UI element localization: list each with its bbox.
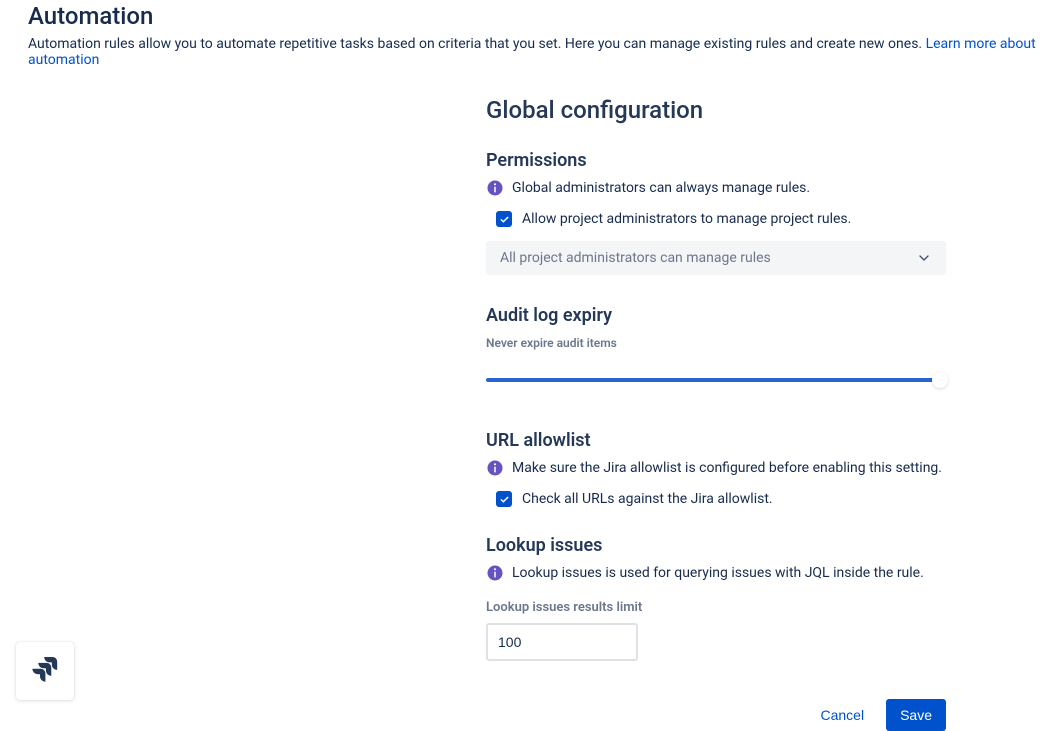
permissions-select-value: All project administrators can manage ru… — [500, 250, 771, 266]
lookup-title: Lookup issues — [486, 535, 946, 556]
page-description-text: Automation rules allow you to automate r… — [28, 36, 926, 52]
checkbox-icon[interactable] — [496, 211, 512, 227]
permissions-checkbox-label: Allow project administrators to manage p… — [522, 211, 851, 227]
permissions-info-row: Global administrators can always manage … — [486, 179, 946, 197]
lookup-limit-input[interactable] — [486, 623, 638, 661]
info-icon — [486, 564, 504, 582]
page-description: Automation rules allow you to automate r… — [28, 36, 1062, 68]
page-title: Automation — [28, 0, 1062, 30]
url-allowlist-checkbox-row[interactable]: Check all URLs against the Jira allowlis… — [496, 491, 946, 507]
checkbox-icon[interactable] — [496, 491, 512, 507]
lookup-field-label: Lookup issues results limit — [486, 600, 946, 615]
permissions-checkbox-row[interactable]: Allow project administrators to manage p… — [496, 211, 946, 227]
slider-thumb[interactable] — [932, 372, 948, 388]
audit-slider[interactable] — [486, 370, 946, 390]
audit-title: Audit log expiry — [486, 305, 946, 326]
slider-fill — [486, 378, 937, 382]
permissions-title: Permissions — [486, 150, 946, 171]
chevron-down-icon — [916, 250, 932, 266]
jira-widget-button[interactable] — [16, 642, 74, 700]
global-config-panel: Global configuration Permissions Global … — [486, 96, 946, 731]
url-allowlist-info-text: Make sure the Jira allowlist is configur… — [512, 460, 942, 476]
audit-slider-label: Never expire audit items — [486, 336, 946, 350]
save-button[interactable]: Save — [886, 699, 946, 731]
global-config-title: Global configuration — [486, 96, 946, 124]
url-allowlist-info-row: Make sure the Jira allowlist is configur… — [486, 459, 946, 477]
actions-row: Cancel Save — [486, 699, 946, 731]
permissions-info-text: Global administrators can always manage … — [512, 180, 810, 196]
jira-icon — [29, 653, 61, 689]
cancel-button[interactable]: Cancel — [816, 699, 868, 731]
lookup-info-row: Lookup issues is used for querying issue… — [486, 564, 946, 582]
lookup-info-text: Lookup issues is used for querying issue… — [512, 565, 924, 581]
info-icon — [486, 459, 504, 477]
url-allowlist-title: URL allowlist — [486, 430, 946, 451]
url-allowlist-checkbox-label: Check all URLs against the Jira allowlis… — [522, 491, 773, 507]
info-icon — [486, 179, 504, 197]
permissions-select[interactable]: All project administrators can manage ru… — [486, 241, 946, 275]
